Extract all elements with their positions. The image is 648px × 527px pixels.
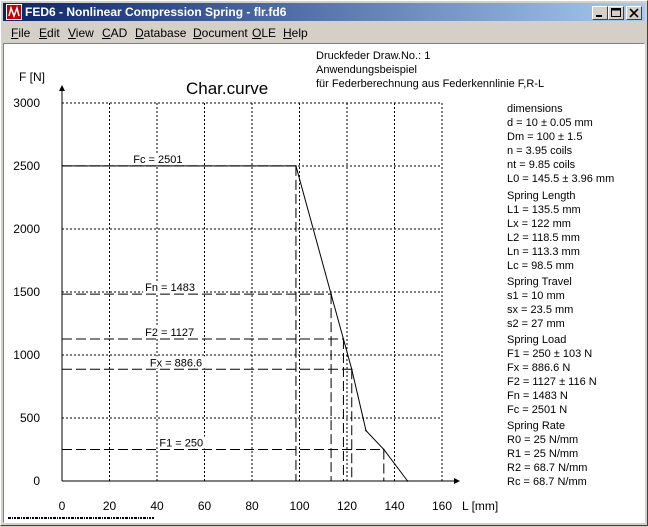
x-tick-label: 120 <box>337 499 357 513</box>
spring-load-item: Fc = 2501 N <box>507 404 567 416</box>
title-bar[interactable]: FED6 - Nonlinear Compression Spring - fl… <box>3 3 645 21</box>
spring-length-item: L2 = 118.5 mm <box>507 232 580 244</box>
data-point <box>383 448 385 451</box>
chart-axes <box>59 85 460 484</box>
spring-length-heading: Spring Length <box>507 190 576 202</box>
header-line-2: Anwendungsbeispiel <box>316 64 417 76</box>
spring-length-item: L1 = 135.5 mm <box>507 204 581 216</box>
menu-cad[interactable]: CAD <box>102 26 127 40</box>
x-tick-label: 20 <box>103 499 117 513</box>
y-tick-label: 500 <box>20 411 40 425</box>
menu-bar: File Edit View CAD Database Document OLE… <box>3 23 645 42</box>
y-tick-label: 1500 <box>13 285 40 299</box>
dimensions-item: Dm = 100 ± 1.5 <box>507 131 582 143</box>
spring-load-item: Fx = 886.6 N <box>507 362 570 374</box>
y-axis-label: F [N] <box>19 70 45 84</box>
dimensions-item: nt = 9.85 coils <box>507 159 576 171</box>
data-point <box>365 429 367 432</box>
spring-rate-item: R1 = 25 N/mm <box>507 448 578 460</box>
marker-label: Fn = 1483 <box>145 282 195 294</box>
x-tick-label: 100 <box>289 499 309 513</box>
menu-database[interactable]: Database <box>135 26 186 40</box>
data-point <box>350 368 353 371</box>
spring-load-item: F1 = 250 ± 103 N <box>507 348 592 360</box>
spring-load-item: F2 = 1127 ± 116 N <box>507 376 597 388</box>
close-icon <box>629 8 639 18</box>
window-title: FED6 - Nonlinear Compression Spring - fl… <box>25 5 287 19</box>
drawing-area[interactable]: Fc = 2501 Fn = 1483 F2 = 1127 Fx = 886.6 F1 … <box>3 43 645 523</box>
x-axis-label: L [mm] <box>462 499 498 513</box>
dimensions-item: L0 = 145.5 ± 3.96 mm <box>507 173 614 185</box>
chart-markers: Fc = 2501 Fn = 1483 F2 = 1127 Fx = 886.6 F1 … <box>62 152 385 481</box>
marker-label: Fc = 2501 <box>133 154 182 166</box>
data-point <box>330 293 332 295</box>
menu-document[interactable]: Document <box>193 26 248 40</box>
results-panel: dimensions d = 10 ± 0.05 mm Dm = 100 ± 1.5… <box>507 103 614 488</box>
chart-grid <box>62 102 443 481</box>
x-tick-label: 60 <box>198 499 212 513</box>
menu-ole[interactable]: OLE <box>252 26 276 40</box>
chart-ticks: 0 20 40 60 80 100 120 140 160 0 500 1000 1500 2000 250… <box>13 96 452 513</box>
characteristic-curve-chart: Fc = 2501 Fn = 1483 F2 = 1127 Fx = 886.6 F1 … <box>8 50 614 519</box>
minimize-button[interactable] <box>592 6 608 20</box>
dimensions-item: d = 10 ± 0.05 mm <box>507 117 593 129</box>
x-tick-label: 80 <box>245 499 259 513</box>
minimize-icon <box>596 15 602 17</box>
header-line-3: für Federberechnung aus Federkennlinie F… <box>316 78 544 90</box>
x-tick-label: 140 <box>384 499 404 513</box>
x-axis-arrow <box>454 478 460 484</box>
x-tick-label: 160 <box>432 499 452 513</box>
y-tick-label: 3000 <box>13 96 40 110</box>
x-tick-label: 0 <box>59 499 66 513</box>
data-point <box>406 480 409 482</box>
data-point <box>295 165 297 167</box>
data-point <box>342 338 345 340</box>
app-window: FED6 - Nonlinear Compression Spring - fl… <box>0 0 648 526</box>
chart-title: Char.curve <box>186 79 268 98</box>
spring-rate-item: R2 = 68.7 N/mm <box>507 462 587 474</box>
y-tick-label: 1000 <box>13 348 40 362</box>
y-tick-label: 2000 <box>13 222 40 236</box>
y-tick-label: 0 <box>33 474 40 488</box>
marker-label: F1 = 250 <box>159 438 203 450</box>
spring-rate-heading: Spring Rate <box>507 420 565 432</box>
series-line <box>62 165 408 482</box>
menu-file[interactable]: File <box>11 26 30 40</box>
spring-travel-item: s1 = 10 mm <box>507 290 565 302</box>
spring-travel-item: sx = 23.5 mm <box>507 304 573 316</box>
close-button[interactable] <box>626 6 642 20</box>
dimensions-item: n = 3.95 coils <box>507 145 573 157</box>
maximize-icon <box>611 8 621 17</box>
y-axis-arrow <box>59 85 65 91</box>
dimensions-heading: dimensions <box>507 103 563 115</box>
marker-label: Fx = 886.6 <box>150 357 202 369</box>
chart-curve <box>62 165 409 482</box>
spring-travel-item: s2 = 27 mm <box>507 318 565 330</box>
header-line-1: Druckfeder Draw.No.: 1 <box>316 50 430 62</box>
spring-travel-heading: Spring Travel <box>507 276 572 288</box>
menu-edit[interactable]: Edit <box>39 26 60 40</box>
menu-help[interactable]: Help <box>283 26 308 40</box>
spring-rate-item: Rc = 68.7 N/mm <box>507 476 587 488</box>
x-tick-label: 40 <box>150 499 164 513</box>
menu-view[interactable]: View <box>68 26 94 40</box>
spring-length-item: Lx = 122 mm <box>507 218 571 230</box>
spring-rate-item: R0 = 25 N/mm <box>507 434 578 446</box>
spring-length-item: Lc = 98.5 mm <box>507 260 574 272</box>
maximize-button[interactable] <box>608 6 624 20</box>
y-tick-label: 2500 <box>13 159 40 173</box>
marker-label: F2 = 1127 <box>145 327 194 339</box>
fed6-app-icon <box>6 4 22 20</box>
spring-load-item: Fn = 1483 N <box>507 390 568 402</box>
spring-length-item: Ln = 113.3 mm <box>507 246 580 258</box>
spring-load-heading: Spring Load <box>507 334 566 346</box>
